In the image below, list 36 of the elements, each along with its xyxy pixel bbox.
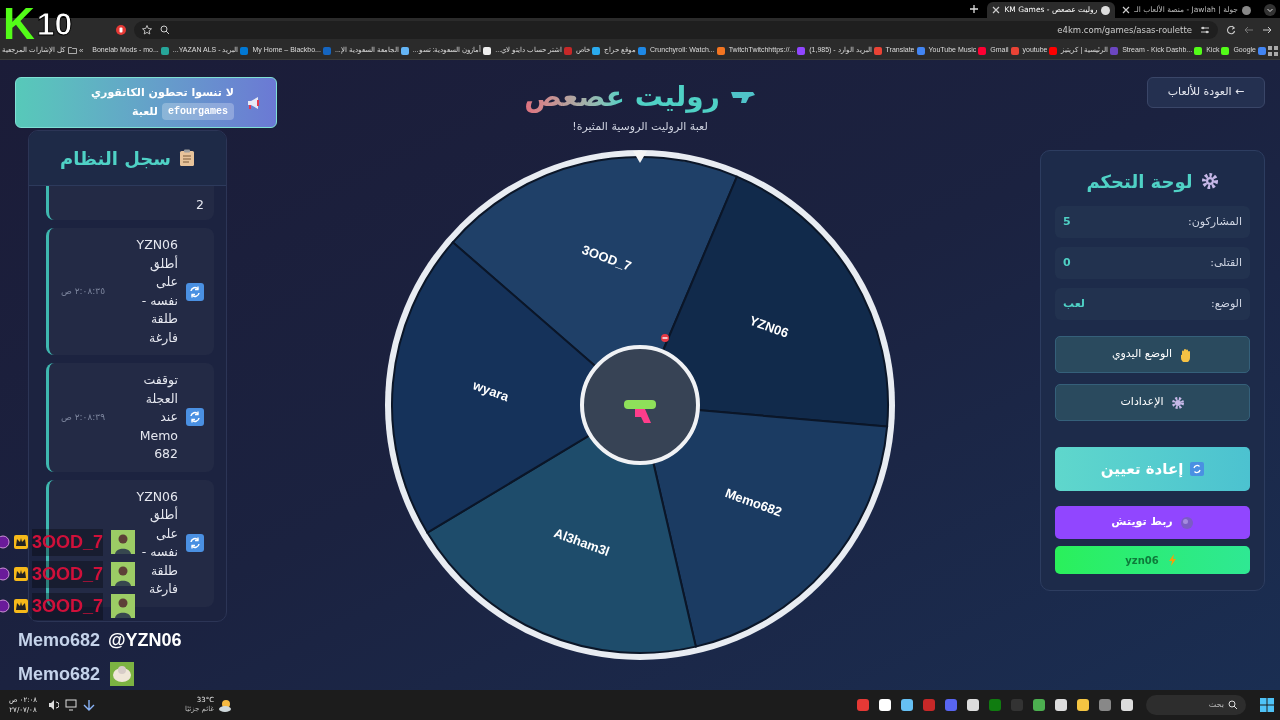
- back-button[interactable]: ← العودة للألعاب: [1147, 77, 1265, 108]
- twitch-connect-button[interactable]: ربط تويتش: [1055, 506, 1250, 539]
- log-time: ٢:٠٨:٣٥ ص: [61, 284, 105, 298]
- stream-counter: 10: [36, 6, 73, 42]
- chat-username: Memo682: [18, 628, 101, 652]
- log-text: YZN06 أطلق على نفسه - طلقة فارغة: [135, 487, 178, 598]
- announcement-text: للعبة: [132, 103, 158, 120]
- category-tag: efourgames: [162, 103, 234, 121]
- segment-label: wyara: [471, 377, 511, 404]
- log-text: YZN06 أطلق على نفسه - طلقة فارغة: [135, 236, 178, 347]
- stat-value: 0: [1063, 254, 1071, 271]
- log-text: 2: [195, 195, 204, 214]
- stat-label: المشاركون:: [1188, 213, 1242, 230]
- panel-title: لوحة التحكم: [1086, 169, 1193, 195]
- stat-value: لعب: [1063, 295, 1085, 312]
- address-bar[interactable]: e4km.com/games/asas-roulette: [134, 21, 1218, 39]
- stat-label: الوضع:: [1211, 295, 1242, 312]
- manual-mode-button[interactable]: الوضع اليدوي: [1055, 336, 1250, 373]
- more-bookmarks[interactable]: »: [78, 44, 84, 57]
- log-time: ٢:٠٨:٣٩ ص: [61, 410, 105, 424]
- settings-button[interactable]: الإعدادات: [1055, 384, 1250, 421]
- stat-value: 5: [1063, 213, 1071, 230]
- url-text: e4km.com/games/asas-roulette: [1057, 23, 1192, 37]
- segment-label: YZN06: [747, 312, 791, 341]
- chat-username: Memo682: [18, 662, 101, 686]
- taskbar-search-field[interactable]: بحث: [1146, 695, 1246, 715]
- chat-username: 3OOD_7: [32, 528, 104, 556]
- stream-logo-letter: K: [3, 4, 35, 44]
- chat-username: 3OOD_7: [32, 592, 104, 620]
- announcement-text: لا تنسوا تحطون الكاتقوري: [91, 84, 234, 101]
- page-subtitle: لعبة الروليت الروسية المثيرة!: [572, 119, 708, 135]
- stat-label: القتلى:: [1210, 254, 1242, 271]
- chat-message: @YZN06: [108, 628, 182, 652]
- panel-title: سجل النظام: [60, 146, 171, 171]
- log-text: توقفت العجلة عند Memo682: [138, 371, 178, 463]
- chat-username: 3OOD_7: [32, 560, 104, 588]
